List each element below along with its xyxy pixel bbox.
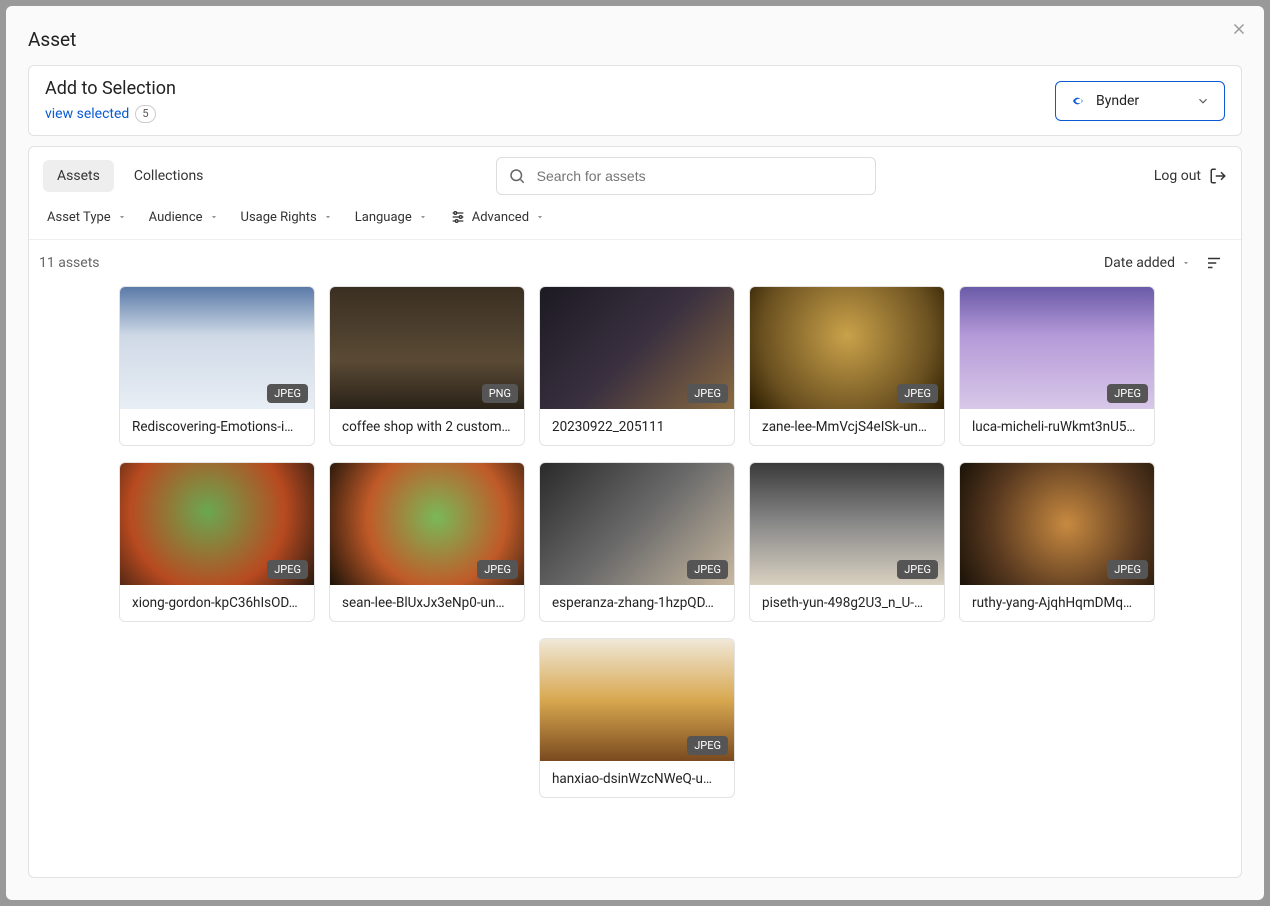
close-button[interactable] [1230,20,1248,38]
asset-title: coffee shop with 2 custom… [330,409,524,445]
asset-title: xiong-gordon-kpC36hIsOD… [120,585,314,621]
caret-down-icon [323,212,333,222]
format-badge: JPEG [267,384,308,403]
asset-card[interactable]: JPEG Rediscovering-Emotions-i… [119,286,315,446]
sort-select[interactable]: Date added [1104,255,1191,271]
sort-direction-icon[interactable] [1205,254,1223,272]
asset-thumbnail: JPEG [330,463,524,585]
asset-card[interactable]: JPEG hanxiao-dsinWzcNWeQ-u… [539,638,735,798]
results-header: 11 assets Date added [29,240,1241,280]
format-badge: JPEG [477,560,518,579]
asset-thumbnail: PNG [330,287,524,409]
filter-advanced[interactable]: Advanced [450,209,545,225]
asset-thumbnail: JPEG [540,639,734,761]
main-panel: Assets Collections Log out Asset Type Au… [28,146,1242,878]
caret-down-icon [209,212,219,222]
results-count: 11 assets [39,255,100,271]
caret-down-icon [1181,258,1191,268]
search-wrap [496,157,876,195]
asset-title: luca-micheli-ruWkmt3nU5… [960,409,1154,445]
asset-card[interactable]: JPEG ruthy-yang-AjqhHqmDMq… [959,462,1155,622]
asset-title: piseth-yun-498g2U3_n_U-… [750,585,944,621]
bynder-icon [1070,92,1088,110]
source-selector[interactable]: Bynder [1055,81,1225,121]
source-name: Bynder [1096,93,1139,109]
asset-modal: Asset Add to Selection view selected 5 B… [6,6,1264,900]
format-badge: PNG [482,384,518,403]
asset-title: sean-lee-BlUxJx3eNp0-un… [330,585,524,621]
logout-icon [1209,167,1227,185]
search-icon [508,167,526,185]
caret-down-icon [117,212,127,222]
format-badge: JPEG [687,384,728,403]
sliders-icon [450,209,466,225]
filter-usage-rights[interactable]: Usage Rights [241,210,333,225]
format-badge: JPEG [897,384,938,403]
selection-left: Add to Selection view selected 5 [45,78,176,123]
asset-thumbnail: JPEG [540,463,734,585]
asset-title: esperanza-zhang-1hzpQD… [540,585,734,621]
asset-card[interactable]: JPEG sean-lee-BlUxJx3eNp0-un… [329,462,525,622]
asset-grid: JPEG Rediscovering-Emotions-i… PNG coffe… [29,280,1241,816]
tab-collections[interactable]: Collections [120,160,218,192]
asset-thumbnail: JPEG [750,287,944,409]
filter-asset-type[interactable]: Asset Type [47,210,127,225]
filter-advanced-label: Advanced [472,210,529,225]
filter-language[interactable]: Language [355,210,428,225]
asset-card[interactable]: PNG coffee shop with 2 custom… [329,286,525,446]
asset-title: hanxiao-dsinWzcNWeQ-u… [540,761,734,797]
modal-title: Asset [6,6,1264,65]
asset-thumbnail: JPEG [120,463,314,585]
source-left: Bynder [1070,92,1139,110]
asset-card[interactable]: JPEG 20230922_205111 [539,286,735,446]
tab-assets[interactable]: Assets [43,160,114,192]
caret-down-icon [418,212,428,222]
asset-card[interactable]: JPEG xiong-gordon-kpC36hIsOD… [119,462,315,622]
tabs-row: Assets Collections Log out [29,147,1241,199]
format-badge: JPEG [897,560,938,579]
asset-thumbnail: JPEG [960,287,1154,409]
selection-view: view selected 5 [45,105,176,123]
asset-thumbnail: JPEG [750,463,944,585]
filter-audience[interactable]: Audience [149,210,219,225]
asset-title: zane-lee-MmVcjS4eISk-un… [750,409,944,445]
filter-language-label: Language [355,210,412,225]
asset-card[interactable]: JPEG zane-lee-MmVcjS4eISk-un… [749,286,945,446]
tabs: Assets Collections [43,160,217,192]
asset-thumbnail: JPEG [120,287,314,409]
caret-down-icon [535,212,545,222]
asset-title: Rediscovering-Emotions-i… [120,409,314,445]
filter-audience-label: Audience [149,210,203,225]
selection-title: Add to Selection [45,78,176,99]
filter-asset-type-label: Asset Type [47,210,111,225]
asset-title: 20230922_205111 [540,409,734,445]
filters-row: Asset Type Audience Usage Rights Languag… [29,199,1241,240]
format-badge: JPEG [1107,384,1148,403]
asset-card[interactable]: JPEG luca-micheli-ruWkmt3nU5… [959,286,1155,446]
asset-card[interactable]: JPEG piseth-yun-498g2U3_n_U-… [749,462,945,622]
selection-bar: Add to Selection view selected 5 Bynder [28,65,1242,136]
selection-count-badge: 5 [135,105,155,123]
asset-card[interactable]: JPEG esperanza-zhang-1hzpQD… [539,462,735,622]
format-badge: JPEG [687,560,728,579]
close-icon [1230,20,1248,38]
sort-controls: Date added [1104,254,1223,272]
asset-thumbnail: JPEG [540,287,734,409]
chevron-down-icon [1196,94,1210,108]
format-badge: JPEG [267,560,308,579]
search-input[interactable] [496,157,876,195]
sort-label: Date added [1104,255,1175,271]
asset-thumbnail: JPEG [960,463,1154,585]
format-badge: JPEG [1107,560,1148,579]
format-badge: JPEG [687,736,728,755]
view-selected-link[interactable]: view selected [45,106,129,122]
filter-usage-rights-label: Usage Rights [241,210,317,225]
logout-label: Log out [1154,168,1201,184]
asset-title: ruthy-yang-AjqhHqmDMq… [960,585,1154,621]
logout-button[interactable]: Log out [1154,167,1227,185]
